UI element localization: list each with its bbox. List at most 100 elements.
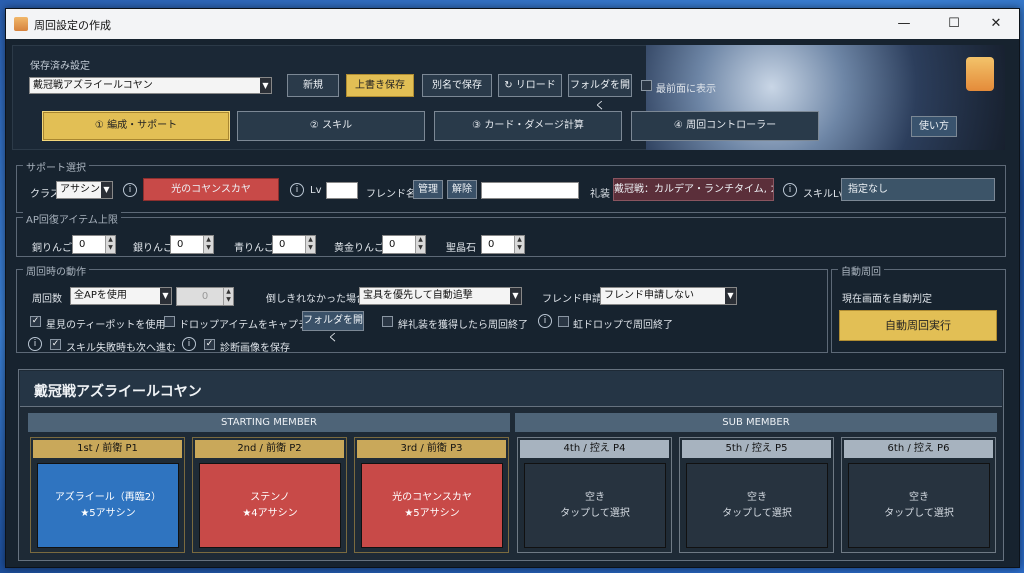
empty-slot-card[interactable]: 空き タップして選択 bbox=[524, 463, 666, 548]
drop-folder-button[interactable]: フォルダを開く bbox=[302, 311, 364, 344]
party-slot-p6[interactable]: 6th / 控え P6 空きタップして選択 bbox=[841, 437, 996, 553]
copper-apple-label: 銅りんご bbox=[32, 243, 72, 254]
friend-request-value: フレンド申請しない bbox=[604, 290, 694, 301]
new-button[interactable]: 新規 bbox=[287, 74, 339, 97]
release-button[interactable]: 解除 bbox=[447, 180, 477, 199]
loop-count-num: 0 bbox=[201, 291, 209, 302]
empty-label: 空き bbox=[585, 491, 605, 503]
overwrite-save-button[interactable]: 上書き保存 bbox=[346, 74, 414, 97]
teapot-label: 星見のティーポットを使用 bbox=[46, 320, 166, 331]
teapot-checkbox[interactable]: ✓ bbox=[30, 316, 41, 327]
chevron-down-icon: ▼ bbox=[260, 78, 271, 93]
stepper-arrows-icon[interactable]: ▲ ▼ bbox=[223, 288, 233, 305]
bond-ce-checkbox[interactable] bbox=[382, 316, 393, 327]
fail-action-select[interactable]: 宝具を優先して自動追撃 ▼ bbox=[359, 287, 522, 305]
empty-label: 空き bbox=[909, 491, 929, 503]
close-button[interactable]: ✕ bbox=[973, 9, 1019, 39]
party-slot-p3[interactable]: 3rd / 前衛 P3 光のコヤンスカヤ ★5アサシン bbox=[354, 437, 509, 553]
manage-button[interactable]: 管理 bbox=[413, 180, 443, 199]
friend-name-input[interactable] bbox=[481, 182, 579, 199]
tab-loop-controller[interactable]: ④ 周回コントローラー bbox=[631, 111, 819, 141]
slot-header: 4th / 控え P4 bbox=[520, 440, 669, 458]
party-slot-p2[interactable]: 2nd / 前衛 P2 ステンノ ★4アサシン bbox=[192, 437, 347, 553]
loop-group-label: 周回時の動作 bbox=[23, 263, 89, 278]
info-icon[interactable]: i bbox=[123, 183, 137, 197]
chevron-down-icon: ▼ bbox=[160, 288, 171, 304]
info-icon[interactable]: i bbox=[28, 337, 42, 351]
info-icon[interactable]: i bbox=[783, 183, 797, 197]
ce-label: 礼装 bbox=[590, 189, 610, 200]
howto-button[interactable]: 使い方 bbox=[911, 116, 957, 137]
servant-rarity: ★5アサシン bbox=[80, 507, 136, 519]
gold-apple-value: 0 bbox=[389, 239, 396, 250]
party-slot-p5[interactable]: 5th / 控え P5 空き タップして選択 bbox=[679, 437, 834, 553]
skill-lv-button[interactable]: 指定なし bbox=[841, 178, 995, 201]
blue-apple-stepper[interactable]: 0 ▲ ▼ bbox=[272, 235, 316, 254]
main-panel: 保存済み設定 戴冠戦アズライールコヤン ▼ 新規 上書き保存 別名で保存 ↻ リロ… bbox=[6, 39, 1019, 567]
party-slot-p4[interactable]: 4th / 控え P4 空き タップして選択 bbox=[517, 437, 672, 553]
servant-rarity: ★4アサシン bbox=[242, 507, 298, 519]
open-folder-button[interactable]: フォルダを開く bbox=[568, 74, 632, 112]
save-diagnostic-checkbox[interactable]: ✓ bbox=[204, 339, 215, 350]
tab-formation[interactable]: ① 編成・サポート bbox=[42, 111, 230, 141]
tab-skill[interactable]: ② スキル bbox=[237, 111, 425, 141]
support-servant-button[interactable]: 光のコヤンスカヤ bbox=[143, 178, 279, 201]
slot-header: 6th / 控え P6 bbox=[844, 440, 993, 458]
saved-settings-select[interactable]: 戴冠戦アズライールコヤン ▼ bbox=[29, 77, 272, 94]
saint-quartz-stepper[interactable]: 0 ▲ ▼ bbox=[481, 235, 525, 254]
avatar bbox=[966, 57, 994, 91]
auto-run-button[interactable]: 自動周回実行 bbox=[839, 310, 997, 341]
servant-card[interactable]: アズライール（再臨2） ★5アサシン bbox=[37, 463, 179, 548]
fail-label: 倒しきれなかった場合 bbox=[266, 294, 366, 305]
party-title: 戴冠戦アズライールコヤン bbox=[34, 384, 202, 400]
tap-select-label: タップして選択 bbox=[884, 507, 954, 519]
reload-button[interactable]: ↻ リロード bbox=[498, 74, 562, 97]
tap-select-label: タップして選択 bbox=[722, 507, 792, 519]
reload-label: リロード bbox=[515, 80, 556, 91]
copper-apple-stepper[interactable]: 0 ▲ ▼ bbox=[72, 235, 116, 254]
servant-card[interactable]: 光のコヤンスカヤ ★5アサシン bbox=[361, 463, 503, 548]
servant-card[interactable]: ステンノ ★4アサシン bbox=[199, 463, 341, 548]
stepper-arrows-icon[interactable]: ▲ ▼ bbox=[415, 236, 425, 253]
capture-drop-checkbox[interactable] bbox=[164, 316, 175, 327]
loop-count-select[interactable]: 全APを使用 ▼ bbox=[70, 287, 172, 305]
silver-apple-stepper[interactable]: 0 ▲ ▼ bbox=[170, 235, 214, 254]
slot-header: 1st / 前衛 P1 bbox=[33, 440, 182, 458]
chevron-down-icon: ▼ bbox=[510, 288, 521, 304]
maximize-button[interactable]: ☐ bbox=[931, 9, 977, 39]
auto-group-label: 自動周回 bbox=[838, 263, 884, 278]
info-icon[interactable]: i bbox=[290, 183, 304, 197]
skill-fail-checkbox[interactable]: ✓ bbox=[50, 339, 61, 350]
reload-icon: ↻ bbox=[504, 80, 513, 91]
ce-select-button[interactable]: 戴冠戦：カルデア・ランチタイム, カルテ bbox=[613, 178, 774, 201]
loop-count-label: 周回数 bbox=[32, 294, 62, 305]
empty-slot-card[interactable]: 空き タップして選択 bbox=[686, 463, 828, 548]
rainbow-drop-checkbox[interactable] bbox=[558, 316, 569, 327]
gold-apple-stepper[interactable]: 0 ▲ ▼ bbox=[382, 235, 426, 254]
stepper-arrows-icon[interactable]: ▲ ▼ bbox=[105, 236, 115, 253]
starting-member-header: STARTING MEMBER bbox=[28, 413, 510, 432]
info-icon[interactable]: i bbox=[538, 314, 552, 328]
loop-count-stepper[interactable]: 0 ▲ ▼ bbox=[176, 287, 234, 306]
friend-request-select[interactable]: フレンド申請しない ▼ bbox=[600, 287, 737, 305]
empty-slot-card[interactable]: 空き タップして選択 bbox=[848, 463, 990, 548]
info-icon[interactable]: i bbox=[182, 337, 196, 351]
stepper-arrows-icon[interactable]: ▲ ▼ bbox=[514, 236, 524, 253]
tab-card-damage[interactable]: ③ カード・ダメージ計算 bbox=[434, 111, 622, 141]
topmost-checkbox[interactable] bbox=[641, 80, 652, 91]
gold-apple-label: 黄金りんご bbox=[334, 243, 384, 254]
minimize-button[interactable]: — bbox=[881, 9, 927, 39]
party-slot-p1[interactable]: 1st / 前衛 P1 アズライール（再臨2） ★5アサシン bbox=[30, 437, 185, 553]
chevron-down-icon: ▼ bbox=[101, 182, 112, 198]
lv-input[interactable] bbox=[326, 182, 358, 199]
servant-name: アズライール（再臨2） bbox=[54, 491, 162, 503]
stepper-arrows-icon[interactable]: ▲ ▼ bbox=[305, 236, 315, 253]
blue-apple-value: 0 bbox=[279, 239, 286, 250]
bond-ce-label: 絆礼装を獲得したら周回終了 bbox=[398, 320, 528, 331]
servant-rarity: ★5アサシン bbox=[404, 507, 460, 519]
stepper-arrows-icon[interactable]: ▲ ▼ bbox=[203, 236, 213, 253]
silver-apple-label: 銀りんご bbox=[133, 243, 173, 254]
class-select[interactable]: アサシン ▼ bbox=[56, 181, 113, 199]
save-as-button[interactable]: 別名で保存 bbox=[422, 74, 492, 97]
rainbow-drop-label: 虹ドロップで周回終了 bbox=[573, 320, 673, 331]
